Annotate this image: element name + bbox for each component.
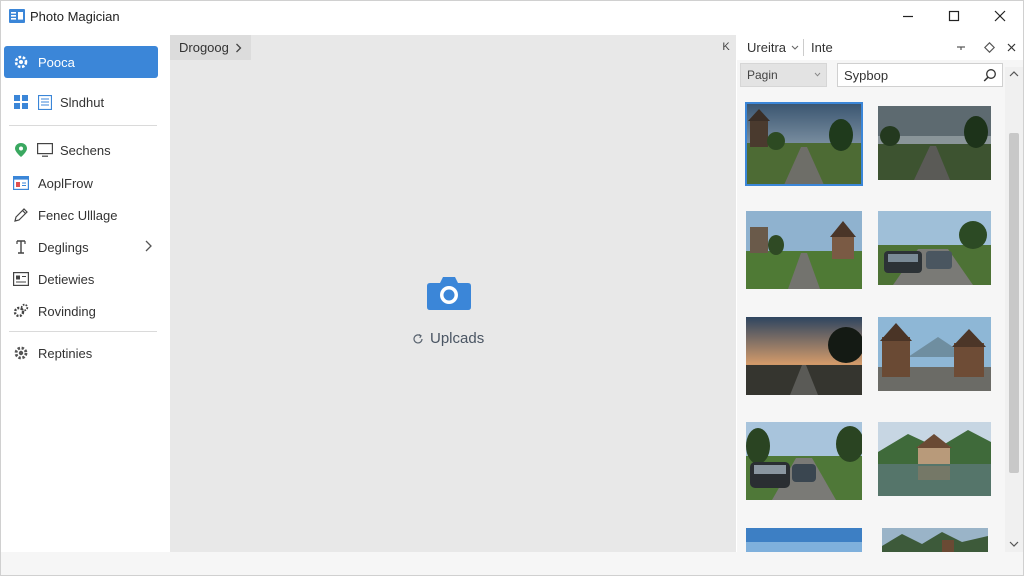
grid-icon (12, 93, 30, 111)
header-divider (803, 39, 804, 56)
tool-icon (12, 238, 30, 256)
scroll-up-icon[interactable] (1008, 70, 1020, 78)
sidebar-item-aoplfrow[interactable]: AoplFrow (4, 167, 158, 199)
photo-road-village (746, 103, 862, 185)
tab-label: Ureitra (747, 40, 787, 55)
pin-icon (12, 141, 30, 159)
photo-cars-field (746, 422, 862, 500)
thumbnail-road-houses[interactable] (746, 211, 862, 289)
thumbnail-cars-field[interactable] (746, 422, 862, 500)
monitor-icon (36, 141, 54, 159)
gear-icon (12, 53, 30, 71)
breadcrumb-label: Drogoog (179, 40, 229, 55)
status-bar (1, 552, 1023, 575)
upload-label: Uplcads (430, 330, 485, 347)
diamond-icon (983, 41, 995, 53)
tab-ureitra[interactable]: Ureitra (747, 40, 799, 55)
maximize-button[interactable] (931, 1, 977, 31)
sidebar-item-fenec-ulllage[interactable]: Fenec Ulllage (4, 199, 158, 231)
sidebar-divider (9, 125, 157, 126)
chevron-down-icon (814, 72, 821, 77)
photo-town-partial (882, 528, 988, 552)
upload-button[interactable]: Uplcads (412, 330, 484, 347)
sidebar-item-label: Deglings (38, 239, 89, 255)
card-icon (12, 270, 30, 288)
photo-houses-mountain (878, 317, 991, 391)
photo-road-houses (746, 211, 862, 289)
sidebar-item-label: AoplFrow (38, 175, 93, 191)
app-window: Photo Magician Pooca Slndhut Sechens Aop… (0, 0, 1024, 576)
thumbnail-cars-road[interactable] (878, 211, 991, 285)
camera-icon[interactable] (426, 273, 472, 311)
float-button[interactable] (981, 39, 997, 55)
gears-icon (12, 302, 30, 320)
collapse-panel-button[interactable]: K (719, 39, 733, 55)
pin-icon (957, 46, 965, 50)
pin-button[interactable] (953, 39, 969, 55)
sidebar-item-label: Pooca (38, 54, 75, 70)
sidebar-item-deglings[interactable]: Deglings (4, 231, 158, 263)
sidebar-item-label: Reptinies (38, 345, 93, 361)
search-icon[interactable] (983, 68, 997, 82)
thumbnail-road-village[interactable] (745, 102, 863, 186)
sidebar-item-label: Fenec Ulllage (38, 207, 118, 223)
sidebar-item-label: Detiewies (38, 271, 95, 287)
scroll-down-icon[interactable] (1008, 540, 1020, 548)
thumbnail-lake-house[interactable] (878, 422, 991, 496)
thumbnail-road-plain[interactable] (878, 106, 991, 180)
close-icon (1007, 43, 1015, 51)
search-input[interactable] (844, 67, 974, 83)
sidebar-item-rovinding[interactable]: Rovinding (4, 295, 158, 327)
photo-lake-house (878, 422, 991, 496)
main-canvas[interactable]: Drogoog Uplcads (170, 35, 736, 552)
sidebar-item-slndhut[interactable]: Slndhut (4, 86, 158, 118)
pencil-icon (12, 206, 30, 224)
title-bar: Photo Magician (1, 1, 1023, 33)
sidebar-item-label: Slndhut (60, 94, 105, 110)
app-logo-icon (9, 9, 25, 23)
thumbnail-town-partial[interactable] (882, 528, 988, 552)
right-panel-header: Ureitra Inte (737, 35, 1023, 60)
list-icon (36, 93, 54, 111)
sidebar: Pooca Slndhut Sechens AoplFrow Fenec Ull… (1, 35, 167, 575)
sidebar-item-label: Rovinding (38, 303, 96, 319)
scrollbar-thumb[interactable] (1009, 133, 1019, 473)
minimize-button[interactable] (885, 1, 931, 31)
breadcrumb[interactable]: Drogoog (170, 35, 251, 60)
close-icon (994, 10, 1006, 22)
sidebar-item-label: Sechens (60, 142, 111, 158)
photo-cars-road (878, 211, 991, 285)
maximize-icon (948, 10, 960, 22)
settings-icon (12, 344, 30, 362)
sidebar-item-detiewies[interactable]: Detiewies (4, 263, 158, 295)
select-value: Pagin (747, 68, 778, 82)
chevron-down-icon (791, 45, 799, 50)
sidebar-item-sechens[interactable]: Sechens (4, 134, 158, 166)
thumbnail-sunset-road[interactable] (746, 317, 862, 395)
panel-close-button[interactable] (1003, 39, 1019, 55)
sidebar-item-pooca[interactable]: Pooca (4, 46, 158, 78)
chevron-right-icon (145, 240, 152, 252)
photo-road-plain (878, 106, 991, 180)
photo-sunset-road (746, 317, 862, 395)
sidebar-divider (9, 331, 157, 332)
app-title: Photo Magician (30, 9, 120, 24)
tab-inte[interactable]: Inte (811, 40, 833, 55)
thumbnail-houses-mountain[interactable] (878, 317, 991, 391)
minimize-icon (903, 15, 913, 18)
photo-sky-partial (746, 528, 862, 552)
sidebar-item-reptinies[interactable]: Reptinies (4, 337, 158, 369)
thumbnail-sky-partial[interactable] (746, 528, 862, 552)
search-box[interactable] (837, 63, 1003, 87)
close-button[interactable] (977, 1, 1023, 31)
page-select[interactable]: Pagin (740, 63, 827, 87)
chevron-right-icon (235, 43, 242, 52)
refresh-icon (413, 333, 423, 343)
thumbnail-scrollbar[interactable] (1005, 67, 1023, 552)
window-icon (12, 174, 30, 192)
